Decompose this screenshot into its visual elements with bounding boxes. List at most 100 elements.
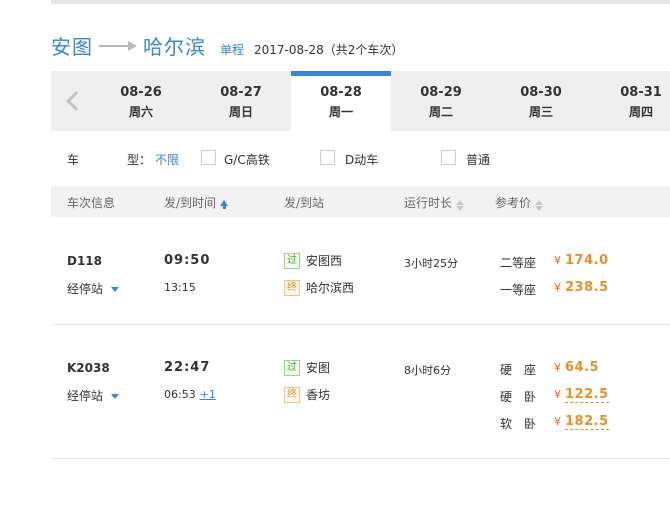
from-city: 安图 [51,35,93,59]
sort-ascending-icon [220,200,229,209]
from-station: 过安图西 [284,252,342,269]
depart-time: 22:47 [164,360,211,375]
currency-symbol: ¥ [554,388,561,401]
row-divider [51,458,670,459]
train-row: D118 经停站 09:50 13:15 过安图西 终哈尔滨西 3小时25分 二… [51,217,670,325]
date-tab-weekday: 周一 [328,105,353,119]
regular-train-label: 普通 [466,153,491,167]
price-value: 182.5 [565,414,609,430]
arrive-time-value: 06:53 [164,388,196,401]
caret-down-icon [111,394,120,399]
date-tab[interactable]: 08-30 周三 [491,71,591,131]
header-station: 发/到站 [284,196,325,210]
pass-tag-icon: 过 [284,252,300,269]
seat-price: ¥174.0 [554,253,609,268]
date-tab-date: 08-28 [320,85,362,100]
from-station-name: 安图西 [306,254,343,268]
stops-dropdown[interactable]: 经停站 [67,280,120,297]
sort-icon [535,200,544,211]
next-day-indicator[interactable]: +1 [200,388,216,401]
price-value: 122.5 [565,387,609,403]
to-station-name: 哈尔滨西 [306,281,355,295]
arrive-time: 13:15 [164,281,196,294]
train-row: K2038 经停站 22:47 06:53 +1 过安图 终香坊 8小时6分 硬 … [51,325,670,459]
seat-type: 软 卧 [500,417,537,431]
currency-symbol: ¥ [554,361,561,374]
top-divider [51,0,670,4]
header-price-label: 参考价 [495,196,532,210]
duration: 8小时6分 [404,364,451,377]
trip-type-label: 单程 [220,43,245,57]
results-table-header: 车次信息 发/到时间 发/到站 运行时长 参考价 [51,186,670,217]
route-header: 安图 哈尔滨 单程 2017-08-28（共2个车次） [51,31,404,59]
date-tab-date: 08-31 [620,85,662,100]
to-city: 哈尔滨 [143,35,206,59]
header-train-info: 车次信息 [67,196,116,210]
date-summary: 2017-08-28（共2个车次） [254,43,404,57]
train-number: K2038 [67,361,110,375]
arrive-time: 06:53 +1 [164,388,216,401]
date-tab-weekday: 周六 [128,105,153,119]
route-arrow-icon [99,39,137,51]
train-number: D118 [67,254,103,268]
filter-label-char1: 车 [67,153,80,167]
header-time-sort[interactable]: 发/到时间 [164,194,229,211]
date-tab-weekday: 周三 [528,105,553,119]
d-emu-label: D动车 [345,153,379,167]
date-tab-active[interactable]: 08-28 周一 [291,71,391,131]
gc-highspeed-checkbox[interactable] [201,150,216,165]
caret-down-icon [111,287,120,292]
date-tab-date: 08-30 [520,85,562,100]
date-tab-weekday: 周四 [628,105,653,119]
date-tab[interactable]: 08-26 周六 [91,71,191,131]
from-station: 过安图 [284,359,330,376]
seat-price[interactable]: ¥122.5 [554,387,609,403]
currency-symbol: ¥ [554,415,561,428]
seat-type: 二等座 [500,256,537,270]
to-station-name: 香坊 [306,388,331,402]
currency-symbol: ¥ [554,281,561,294]
header-duration-sort[interactable]: 运行时长 [404,194,465,211]
price-value: 64.5 [565,360,600,375]
sort-icon [456,200,465,211]
header-duration-label: 运行时长 [404,196,453,210]
terminal-tag-icon: 终 [284,279,300,296]
gc-highspeed-label: G/C高铁 [224,153,270,167]
date-tab[interactable]: 08-29 周二 [391,71,491,131]
seat-type: 硬 卧 [500,390,537,404]
stops-label: 经停站 [67,389,104,403]
date-tab-date: 08-27 [220,85,262,100]
seat-price[interactable]: ¥182.5 [554,414,609,430]
seat-price: ¥238.5 [554,280,609,295]
date-tab-date: 08-26 [120,85,162,100]
regular-train-checkbox[interactable] [441,150,456,165]
to-station: 终哈尔滨西 [284,279,354,296]
date-selector: 08-26 周六 08-27 周日 08-28 周一 08-29 周二 08-3… [51,71,670,131]
currency-symbol: ¥ [554,254,561,267]
seat-type: 硬 座 [500,363,537,377]
depart-time: 09:50 [164,253,211,268]
duration: 3小时25分 [404,257,458,270]
price-value: 238.5 [565,280,609,295]
seat-type: 一等座 [500,283,537,297]
from-station-name: 安图 [306,361,331,375]
stops-label: 经停站 [67,282,104,296]
prev-dates-button[interactable] [51,71,95,131]
seat-price: ¥64.5 [554,360,599,375]
header-price-sort[interactable]: 参考价 [495,194,544,211]
terminal-tag-icon: 终 [284,386,300,403]
filter-label-char2: 型： [127,153,152,167]
date-tab[interactable]: 08-31 周四 [591,71,670,131]
pass-tag-icon: 过 [284,359,300,376]
price-value: 174.0 [565,253,609,268]
d-emu-checkbox[interactable] [320,150,335,165]
date-tab-date: 08-29 [420,85,462,100]
stops-dropdown[interactable]: 经停站 [67,387,120,404]
filter-unlimited-option[interactable]: 不限 [155,151,179,168]
date-tab-weekday: 周二 [428,105,453,119]
chevron-left-icon [66,91,86,111]
date-tab-weekday: 周日 [228,105,253,119]
header-time-label: 发/到时间 [164,196,217,210]
date-tab[interactable]: 08-27 周日 [191,71,291,131]
to-station: 终香坊 [284,386,330,403]
